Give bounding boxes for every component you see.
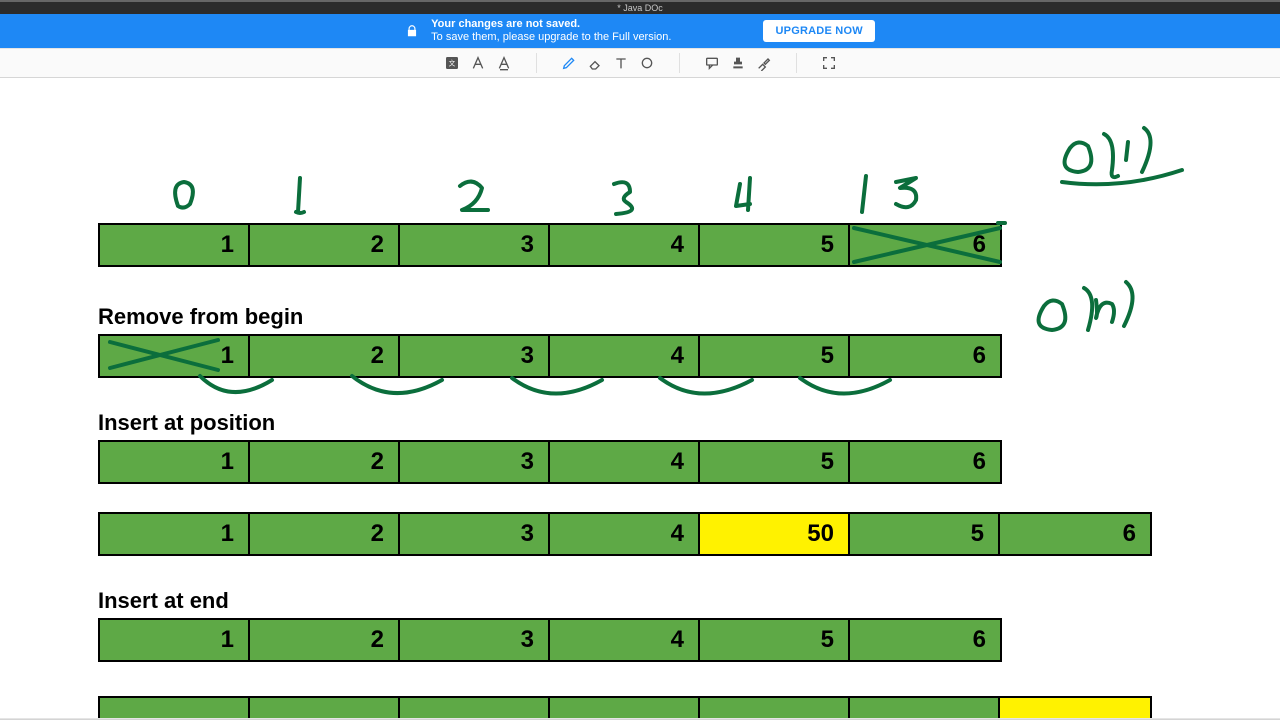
cell: 1 [100, 514, 250, 554]
cell [700, 698, 850, 720]
heading-insert-end: Insert at end [98, 588, 229, 614]
banner-line2: To save them, please upgrade to the Full… [431, 31, 671, 44]
shape-icon[interactable] [637, 53, 657, 73]
banner-text: Your changes are not saved. To save them… [431, 18, 671, 44]
pencil-icon[interactable] [559, 53, 579, 73]
toolbar-separator [536, 53, 537, 73]
eraser-icon[interactable] [585, 53, 605, 73]
cell: 3 [400, 442, 550, 482]
upgrade-button[interactable]: UPGRADE NOW [763, 20, 874, 42]
fullscreen-icon[interactable] [819, 53, 839, 73]
array-row-6-partial [98, 696, 1152, 720]
cell: 4 [550, 442, 700, 482]
cell: 5 [700, 442, 850, 482]
banner-line1: Your changes are not saved. [431, 18, 671, 31]
cell: 6 [850, 225, 1000, 265]
cell: 1 [100, 225, 250, 265]
stamp-icon[interactable] [728, 53, 748, 73]
highlighter-icon[interactable] [754, 53, 774, 73]
cell [550, 698, 700, 720]
heading-insert-position: Insert at position [98, 410, 275, 436]
cell: 2 [250, 225, 400, 265]
svg-text:文: 文 [448, 59, 455, 68]
cell: 3 [400, 225, 550, 265]
font-a-alt-icon[interactable] [494, 53, 514, 73]
cell: 4 [550, 620, 700, 660]
cell: 1 [100, 620, 250, 660]
cell: 2 [250, 514, 400, 554]
comment-icon[interactable] [702, 53, 722, 73]
cell: 6 [850, 336, 1000, 376]
canvas[interactable]: 1 2 3 4 5 6 Remove from begin 1 2 3 4 5 … [0, 78, 1280, 720]
cell: 2 [250, 442, 400, 482]
toolbar-separator [796, 53, 797, 73]
lock-icon [405, 24, 419, 38]
cell: 5 [700, 336, 850, 376]
array-row-5: 1 2 3 4 5 6 [98, 618, 1002, 662]
cell [850, 698, 1000, 720]
toolbar: 文 [0, 48, 1280, 78]
cell [1000, 698, 1150, 720]
cell: 1 [100, 336, 250, 376]
cell-highlight: 50 [700, 514, 850, 554]
cell: 4 [550, 336, 700, 376]
cell: 5 [850, 514, 1000, 554]
cell: 2 [250, 336, 400, 376]
cell: 4 [550, 225, 700, 265]
cell [400, 698, 550, 720]
array-row-3: 1 2 3 4 5 6 [98, 440, 1002, 484]
array-row-2: 1 2 3 4 5 6 [98, 334, 1002, 378]
cell: 1 [100, 442, 250, 482]
cell [100, 698, 250, 720]
cell: 6 [850, 442, 1000, 482]
text-icon[interactable] [611, 53, 631, 73]
cell: 3 [400, 514, 550, 554]
heading-remove-begin: Remove from begin [98, 304, 303, 330]
doc-title: * Java DOc [617, 3, 663, 13]
cell: 6 [850, 620, 1000, 660]
array-row-1: 1 2 3 4 5 6 [98, 223, 1002, 267]
cell: 3 [400, 336, 550, 376]
cell: 4 [550, 514, 700, 554]
array-row-4: 1 2 3 4 50 5 6 [98, 512, 1152, 556]
cell: 5 [700, 620, 850, 660]
titlebar: * Java DOc [0, 0, 1280, 14]
cell: 3 [400, 620, 550, 660]
toolbar-separator [679, 53, 680, 73]
font-a-icon[interactable] [468, 53, 488, 73]
cell: 6 [1000, 514, 1150, 554]
translate-icon[interactable]: 文 [442, 53, 462, 73]
cell: 5 [700, 225, 850, 265]
cell: 2 [250, 620, 400, 660]
cell [250, 698, 400, 720]
upgrade-banner: Your changes are not saved. To save them… [0, 14, 1280, 48]
